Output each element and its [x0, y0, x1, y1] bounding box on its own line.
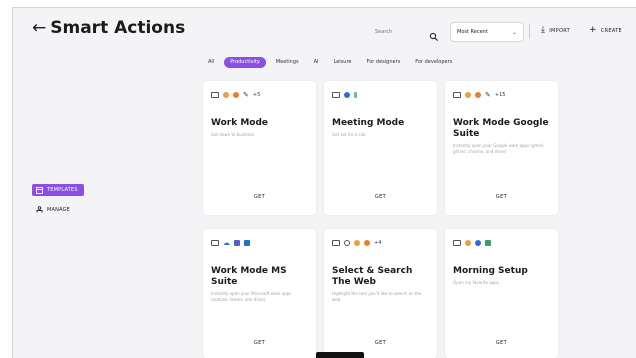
card-description: Highlight the text you'd like to search … — [332, 291, 422, 302]
monitor-icon — [211, 240, 219, 246]
card-morning-setup[interactable]: Morning Setup Open my favorite apps. GET — [445, 229, 558, 358]
get-button[interactable]: GET — [445, 194, 558, 200]
card-meeting-mode[interactable]: Meeting Mode Get set for a call. GET — [324, 81, 437, 215]
card-title: Work Mode Google Suite — [453, 118, 549, 139]
cloud-icon: ☁ — [223, 239, 230, 247]
filter-chip-designers[interactable]: For designers — [362, 57, 406, 68]
card-description: Instantly open your Microsoft work apps … — [211, 291, 292, 302]
app-icons — [453, 240, 491, 246]
pencil-icon: ✎ — [485, 91, 491, 99]
more-apps-count: +15 — [494, 92, 506, 98]
gear-icon — [344, 240, 350, 246]
card-title: Morning Setup — [453, 266, 528, 276]
sort-selected-value: Most Recent — [457, 29, 488, 35]
zoom-icon — [344, 92, 350, 98]
monitor-icon — [332, 240, 340, 246]
app-icons: ✎ +15 — [453, 91, 506, 99]
card-title: Meeting Mode — [332, 118, 405, 128]
app-icons: ✎ +5 — [211, 91, 261, 99]
get-button[interactable]: GET — [203, 340, 316, 346]
card-description: Instantly open your Google work apps (gm… — [453, 143, 545, 154]
filter-chip-all[interactable]: All — [203, 57, 219, 68]
app-icons: +4 — [332, 240, 381, 246]
create-button[interactable]: + CREATE — [589, 26, 622, 35]
import-label: IMPORT — [549, 27, 570, 34]
filter-chip-developers[interactable]: For developers — [410, 57, 457, 68]
page-title-text: Smart Actions — [50, 18, 186, 38]
templates-icon — [36, 186, 43, 194]
card-description: Get set for a call. — [332, 132, 367, 137]
sidebar-item-manage-label: MANAGE — [47, 206, 71, 213]
card-select-and-search[interactable]: +4 Select & Search The Web Highlight the… — [324, 229, 437, 358]
filter-chip-leisure[interactable]: Leisure — [329, 57, 357, 68]
app-icons — [332, 92, 357, 98]
mic-icon — [354, 92, 357, 98]
sort-dropdown[interactable]: Most Recent ⌄ — [450, 22, 524, 42]
import-icon: ⤓ — [541, 25, 546, 35]
card-title: Select & Search The Web — [332, 266, 413, 287]
app-icons: ☁ — [211, 239, 250, 247]
get-button[interactable]: GET — [445, 340, 558, 346]
chrome-icon — [223, 92, 229, 98]
plus-icon: + — [589, 25, 597, 35]
card-title: Work Mode — [211, 118, 269, 128]
chrome-icon — [465, 240, 471, 246]
search-box[interactable] — [375, 24, 443, 41]
card-description: Get down to business. — [211, 132, 256, 137]
sidebar-item-templates[interactable]: TEMPLATES — [32, 184, 84, 196]
more-apps-count: +4 — [374, 240, 382, 246]
get-button[interactable]: GET — [324, 194, 437, 200]
firefox-icon — [233, 92, 239, 98]
firefox-icon — [475, 92, 481, 98]
card-work-mode[interactable]: ✎ +5 Work Mode Get down to business. GET — [203, 81, 316, 215]
chevron-down-icon: ⌄ — [511, 28, 517, 36]
chrome-icon — [354, 240, 360, 246]
page-title: ← Smart Actions — [32, 18, 185, 38]
create-label: CREATE — [600, 27, 623, 34]
filter-chip-productivity[interactable]: Productivity — [224, 57, 266, 68]
card-description: Open my favorite apps. — [453, 280, 501, 285]
more-apps-count: +5 — [252, 92, 261, 98]
firefox-icon — [364, 240, 370, 246]
sidebar-item-templates-label: TEMPLATES — [47, 187, 78, 193]
tooltip — [316, 352, 364, 358]
filter-chips: All Productivity Meetings AI Leisure For… — [203, 57, 457, 68]
monitor-icon — [453, 92, 461, 98]
back-arrow-icon[interactable]: ← — [32, 18, 46, 38]
pencil-icon: ✎ — [243, 91, 249, 99]
search-input[interactable] — [375, 25, 429, 39]
monitor-icon — [211, 92, 219, 98]
search-icon[interactable] — [429, 27, 439, 41]
import-button[interactable]: ⤓ IMPORT — [541, 26, 570, 35]
manage-icon — [36, 206, 43, 213]
monitor-icon — [332, 92, 340, 98]
get-button[interactable]: GET — [324, 340, 437, 346]
card-work-mode-ms-suite[interactable]: ☁ Work Mode MS Suite Instantly open your… — [203, 229, 316, 358]
teams-icon — [234, 240, 240, 246]
sidebar-item-manage[interactable]: MANAGE — [32, 206, 70, 213]
zoom-icon — [475, 240, 481, 246]
monitor-icon — [453, 240, 461, 246]
spotify-icon — [485, 240, 491, 246]
card-title: Work Mode MS Suite — [211, 266, 287, 287]
filter-chip-meetings[interactable]: Meetings — [271, 57, 304, 68]
filter-chip-ai[interactable]: AI — [309, 57, 324, 68]
outlook-icon — [244, 240, 250, 246]
header-divider — [529, 24, 530, 39]
chrome-icon — [465, 92, 471, 98]
card-work-mode-google-suite[interactable]: ✎ +15 Work Mode Google Suite Instantly o… — [445, 81, 558, 215]
get-button[interactable]: GET — [203, 194, 316, 200]
